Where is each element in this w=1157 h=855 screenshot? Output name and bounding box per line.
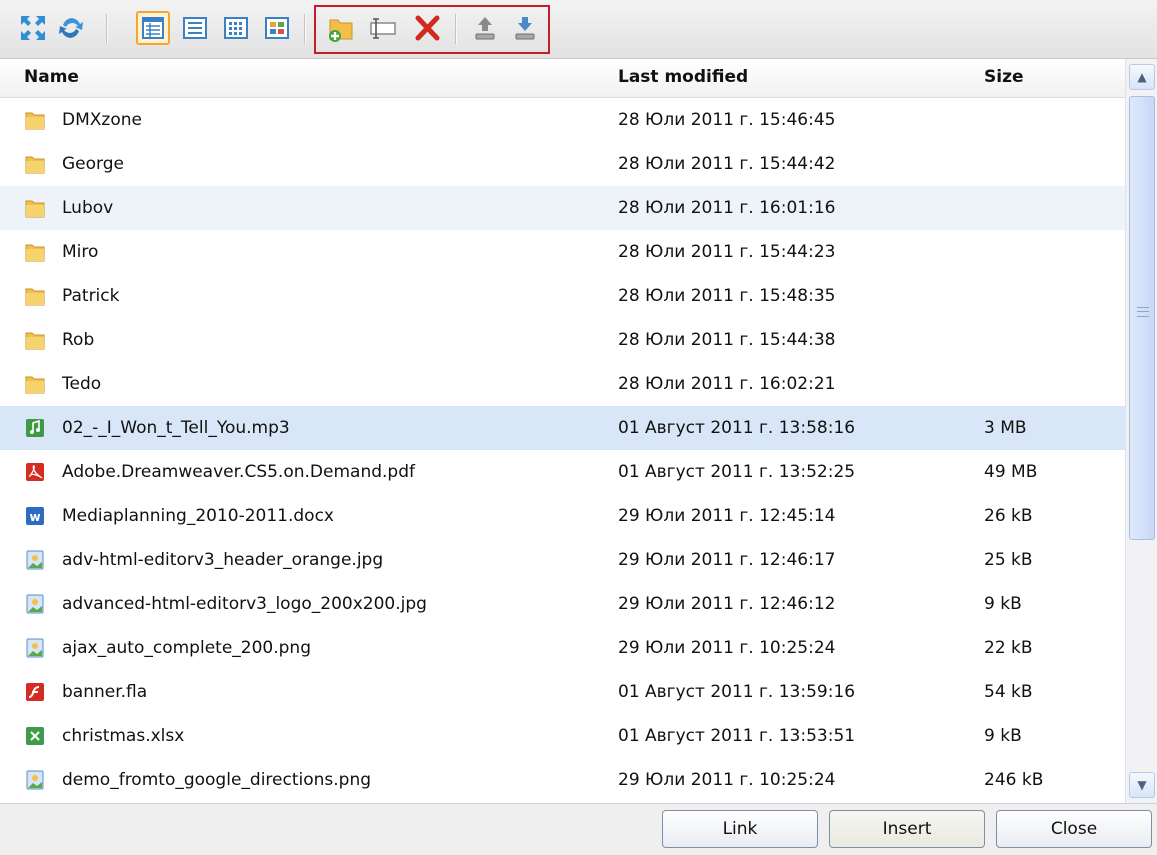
folder-icon	[24, 285, 46, 307]
file-modified: 01 Август 2011 г. 13:59:16	[618, 682, 856, 702]
file-name: christmas.xlsx	[62, 726, 185, 746]
file-name: Adobe.Dreamweaver.CS5.on.Demand.pdf	[62, 462, 415, 482]
folder-icon	[24, 197, 46, 219]
file-size: 54 kB	[984, 682, 1033, 702]
column-header-last-modified[interactable]: Last modified	[618, 67, 748, 87]
file-modified: 29 Юли 2011 г. 12:45:14	[618, 506, 836, 526]
list-view-icon[interactable]	[180, 13, 210, 43]
file-row[interactable]: christmas.xlsx 01 Август 2011 г. 13:53:51…	[0, 714, 1125, 758]
image-file-icon	[24, 769, 46, 791]
image-file-icon	[24, 549, 46, 571]
file-modified: 29 Юли 2011 г. 12:46:12	[618, 594, 836, 614]
upload-icon[interactable]	[470, 13, 500, 43]
file-row[interactable]: Lubov 28 Юли 2011 г. 16:01:16	[0, 186, 1125, 230]
file-name: Mediaplanning_2010-2011.docx	[62, 506, 334, 526]
file-row[interactable]: w Mediaplanning_2010-2011.docx 29 Юли 2011…	[0, 494, 1125, 538]
folder-icon	[24, 329, 46, 351]
file-name: advanced-html-editorv3_logo_200x200.jpg	[62, 594, 427, 614]
details-view-icon[interactable]	[136, 11, 170, 45]
folder-icon	[24, 241, 46, 263]
folder-icon	[24, 109, 46, 131]
file-name: George	[62, 154, 124, 174]
file-name: Tedo	[62, 374, 102, 394]
file-modified: 29 Юли 2011 г. 12:46:17	[618, 550, 836, 570]
file-name: Patrick	[62, 286, 120, 306]
scroll-up-arrow-icon[interactable]: ▲	[1129, 64, 1155, 90]
file-size: 25 kB	[984, 550, 1033, 570]
file-list: Name Last modified Size DMXzone 28 Юли 20…	[0, 59, 1125, 803]
delete-icon[interactable]	[412, 13, 442, 43]
file-name: demo_fromto_google_directions.png	[62, 770, 372, 790]
file-size: 9 kB	[984, 726, 1022, 746]
file-size: 22 kB	[984, 638, 1033, 658]
file-modified: 28 Юли 2011 г. 15:44:38	[618, 330, 836, 350]
file-row[interactable]: Miro 28 Юли 2011 г. 15:44:23	[0, 230, 1125, 274]
column-header-size[interactable]: Size	[984, 67, 1024, 87]
excel-file-icon	[24, 725, 46, 747]
file-row[interactable]: banner.fla 01 Август 2011 г. 13:59:16 54 k…	[0, 670, 1125, 714]
image-file-icon	[24, 593, 46, 615]
file-row[interactable]: demo_fromto_google_directions.png 29 Юли …	[0, 758, 1125, 802]
file-modified: 29 Юли 2011 г. 10:25:24	[618, 770, 836, 790]
file-row[interactable]: DMXzone 28 Юли 2011 г. 15:46:45	[0, 98, 1125, 142]
file-modified: 01 Август 2011 г. 13:52:25	[618, 462, 856, 482]
file-name: adv-html-editorv3_header_orange.jpg	[62, 550, 384, 570]
file-row[interactable]: Tedo 28 Юли 2011 г. 16:02:21	[0, 362, 1125, 406]
file-row[interactable]: 02_-_I_Won_t_Tell_You.mp3 01 Август 2011 …	[0, 406, 1125, 450]
insert-button[interactable]: Insert	[829, 810, 985, 848]
column-header-name[interactable]: Name	[24, 67, 79, 87]
file-row[interactable]: Adobe.Dreamweaver.CS5.on.Demand.pdf 01 Ав…	[0, 450, 1125, 494]
pdf-file-icon	[24, 461, 46, 483]
list-header: Name Last modified Size	[0, 59, 1125, 98]
folder-icon	[24, 373, 46, 395]
file-name: Rob	[62, 330, 95, 350]
download-icon[interactable]	[510, 13, 540, 43]
file-name: ajax_auto_complete_200.png	[62, 638, 311, 658]
file-size: 9 kB	[984, 594, 1022, 614]
file-size: 246 kB	[984, 770, 1044, 790]
file-name: DMXzone	[62, 110, 142, 130]
file-modified: 01 Август 2011 г. 13:58:16	[618, 418, 856, 438]
file-row[interactable]: Patrick 28 Юли 2011 г. 15:48:35	[0, 274, 1125, 318]
file-row[interactable]: George 28 Юли 2011 г. 15:44:42	[0, 142, 1125, 186]
file-modified: 01 Август 2011 г. 13:53:51	[618, 726, 856, 746]
scroll-down-arrow-icon[interactable]: ▼	[1129, 772, 1155, 798]
rename-icon[interactable]	[368, 13, 398, 43]
flash-file-icon	[24, 681, 46, 703]
file-name: 02_-_I_Won_t_Tell_You.mp3	[62, 418, 290, 438]
file-modified: 28 Юли 2011 г. 15:44:42	[618, 154, 836, 174]
file-modified: 28 Юли 2011 г. 15:48:35	[618, 286, 836, 306]
svg-text:w: w	[29, 510, 40, 524]
dialog-footer: Link Insert Close	[0, 803, 1157, 855]
file-size: 26 kB	[984, 506, 1033, 526]
file-name: banner.fla	[62, 682, 148, 702]
file-row[interactable]: Rob 28 Юли 2011 г. 15:44:38	[0, 318, 1125, 362]
link-button[interactable]: Link	[662, 810, 818, 848]
refresh-icon[interactable]	[56, 13, 86, 43]
file-row[interactable]: advanced-html-editorv3_logo_200x200.jpg 2…	[0, 582, 1125, 626]
audio-file-icon	[24, 417, 46, 439]
fullscreen-icon[interactable]	[18, 13, 48, 43]
word-document-icon: w	[24, 505, 46, 527]
folder-icon	[24, 153, 46, 175]
file-size: 3 MB	[984, 418, 1027, 438]
close-button[interactable]: Close	[996, 810, 1152, 848]
file-name: Lubov	[62, 198, 114, 218]
scrollbar-thumb[interactable]	[1129, 96, 1155, 540]
image-file-icon	[24, 637, 46, 659]
file-row[interactable]: adv-html-editorv3_header_orange.jpg 29 Юл…	[0, 538, 1125, 582]
file-name: Miro	[62, 242, 99, 262]
file-modified: 28 Юли 2011 г. 15:44:23	[618, 242, 836, 262]
file-modified: 29 Юли 2011 г. 10:25:24	[618, 638, 836, 658]
thumbnails-view-icon[interactable]	[262, 13, 292, 43]
new-folder-icon[interactable]	[326, 13, 356, 43]
vertical-scrollbar[interactable]: ▲ ▼	[1125, 59, 1157, 803]
toolbar	[0, 0, 1157, 59]
file-modified: 28 Юли 2011 г. 16:02:21	[618, 374, 836, 394]
file-size: 49 MB	[984, 462, 1038, 482]
file-row[interactable]: ajax_auto_complete_200.png 29 Юли 2011 г.…	[0, 626, 1125, 670]
file-modified: 28 Юли 2011 г. 16:01:16	[618, 198, 836, 218]
file-modified: 28 Юли 2011 г. 15:46:45	[618, 110, 836, 130]
small-icons-view-icon[interactable]	[221, 13, 251, 43]
